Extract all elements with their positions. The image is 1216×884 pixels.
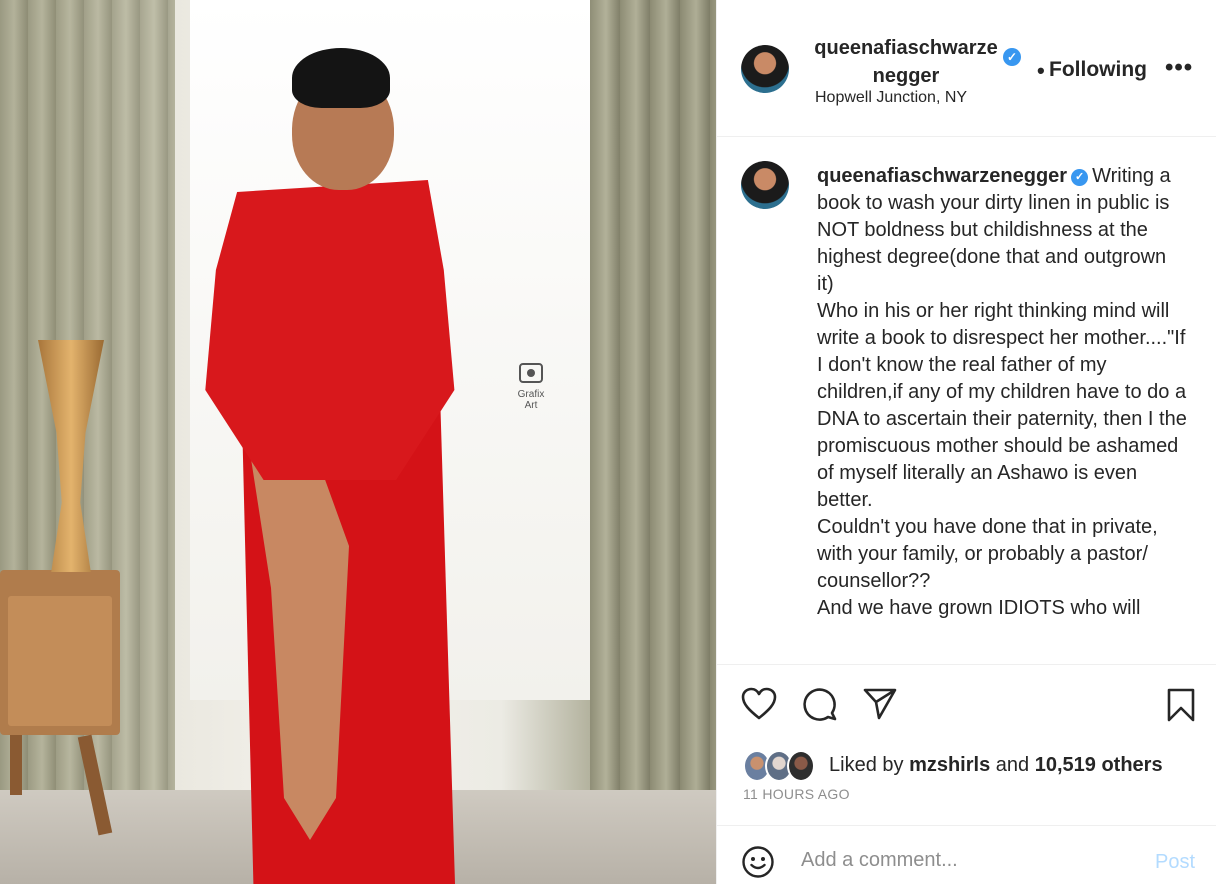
likes-others-count[interactable]: 10,519 others <box>1035 754 1163 776</box>
likes-prefix: Liked by <box>829 754 904 776</box>
caption-avatar[interactable] <box>741 161 789 209</box>
right-curtain <box>590 0 716 884</box>
photo-watermark: Grafix Art <box>514 362 548 411</box>
caption-body: queenafiaschwarzenegger ✓ Writing a book t… <box>817 163 1187 622</box>
comment-bubble-icon[interactable] <box>802 686 838 722</box>
likes-summary[interactable]: Liked by mzshirls and 10,519 others <box>829 754 1163 777</box>
cabinet-door <box>8 596 112 726</box>
likes-row: Liked by mzshirls and 10,519 others <box>743 750 1213 782</box>
post-sidebar: queenafiaschwarze negger ✓ Hopwell Junct… <box>716 0 1216 884</box>
author-avatar[interactable] <box>741 45 789 93</box>
post-location[interactable]: Hopwell Junction, NY <box>815 89 967 107</box>
header-separator: • <box>1037 58 1045 83</box>
caption-area: queenafiaschwarzenegger ✓ Writing a book t… <box>717 137 1216 664</box>
comment-input[interactable] <box>801 849 1121 872</box>
red-dress-bodice <box>205 180 455 480</box>
smiley-icon[interactable] <box>741 845 775 879</box>
instagram-post: Grafix Art queenafiaschwarze negger ✓ Ho… <box>0 0 1216 884</box>
post-photo[interactable]: Grafix Art <box>0 0 716 884</box>
likes-joiner: and <box>995 754 1030 776</box>
paper-plane-icon[interactable] <box>862 687 898 721</box>
author-username[interactable]: queenafiaschwarze negger <box>811 34 1001 90</box>
liker-avatar[interactable] <box>787 750 815 782</box>
verified-badge-icon: ✓ <box>1003 48 1021 66</box>
bookmark-icon[interactable] <box>1165 687 1197 723</box>
post-comment-button[interactable]: Post <box>1155 851 1195 874</box>
camera-watermark-icon <box>519 363 543 383</box>
post-timestamp[interactable]: 11 HOURS AGO <box>743 786 850 802</box>
likes-first-user[interactable]: mzshirls <box>909 754 990 776</box>
heart-icon[interactable] <box>741 687 777 721</box>
more-options-icon[interactable]: ••• <box>1165 54 1193 82</box>
caption-text: Writing a book to wash your dirty linen … <box>817 165 1187 619</box>
cabinet-leg <box>10 735 22 795</box>
caption-username[interactable]: queenafiaschwarzenegger <box>817 165 1067 187</box>
figure-hair <box>292 48 390 108</box>
verified-badge-icon: ✓ <box>1071 169 1089 186</box>
comment-bar: Post <box>717 825 1216 884</box>
following-button[interactable]: Following <box>1049 58 1147 82</box>
watermark-text: Grafix Art <box>517 389 545 411</box>
post-header: queenafiaschwarze negger ✓ Hopwell Junct… <box>717 0 1216 137</box>
